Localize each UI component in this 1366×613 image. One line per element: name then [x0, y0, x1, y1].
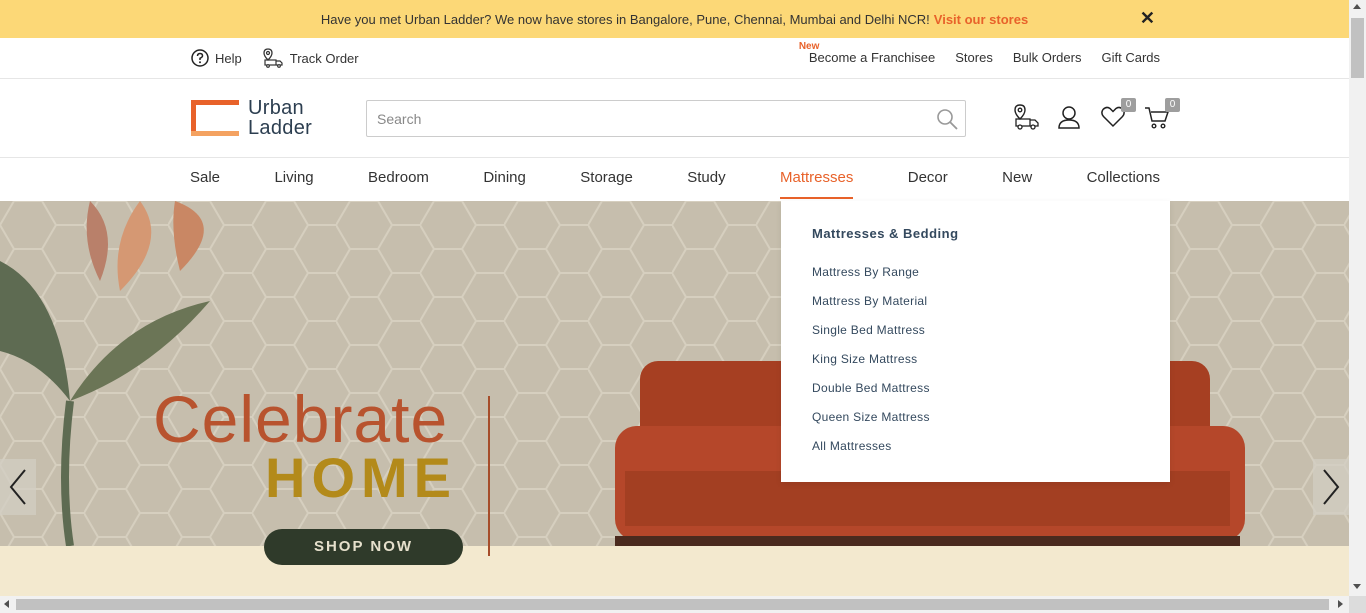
- nav-item-sale[interactable]: Sale: [190, 158, 220, 201]
- close-icon[interactable]: ✕: [1140, 9, 1155, 27]
- hero-subtitle: HOME: [265, 446, 457, 509]
- shop-now-button[interactable]: SHOP NOW: [264, 529, 463, 565]
- carousel-next-button[interactable]: [1313, 459, 1349, 515]
- scroll-left-icon[interactable]: [4, 600, 9, 608]
- wishlist-count-badge: 0: [1121, 98, 1136, 112]
- franchise-link[interactable]: New Become a Franchisee: [799, 41, 936, 65]
- vertical-scrollbar[interactable]: [1349, 0, 1366, 596]
- user-icon: [1058, 106, 1080, 129]
- nav-item-mattresses[interactable]: Mattresses: [779, 158, 854, 201]
- header: Urban Ladder Search 0 0: [0, 79, 1349, 158]
- horizontal-scroll-thumb[interactable]: [16, 599, 1329, 610]
- search-icon[interactable]: [935, 107, 959, 131]
- vertical-scroll-thumb[interactable]: [1351, 18, 1364, 78]
- search-input[interactable]: [367, 101, 927, 136]
- scroll-right-icon[interactable]: [1338, 600, 1343, 608]
- dropdown-item-single-bed-mattress[interactable]: Single Bed Mattress: [812, 322, 930, 351]
- track-order-link[interactable]: Track Order: [262, 48, 359, 68]
- truck-location-icon: [1014, 104, 1039, 130]
- wishlist-button[interactable]: 0: [1100, 98, 1136, 130]
- logo-text: Urban Ladder: [248, 97, 313, 139]
- help-icon: [191, 49, 209, 67]
- dropdown-item-double-bed-mattress[interactable]: Double Bed Mattress: [812, 380, 930, 409]
- floor: [0, 546, 1349, 596]
- scrollbar-corner: [1349, 596, 1366, 613]
- logo[interactable]: Urban Ladder: [191, 98, 312, 138]
- dropdown-heading[interactable]: Mattresses & Bedding: [812, 226, 959, 241]
- announcement-bar: Have you met Urban Ladder? We now have s…: [0, 0, 1349, 38]
- announcement-text: Have you met Urban Ladder? We now have s…: [320, 11, 930, 27]
- nav-item-storage[interactable]: Storage: [580, 158, 633, 201]
- chevron-left-icon: [9, 469, 26, 505]
- dropdown-item-mattress-by-range[interactable]: Mattress By Range: [812, 264, 930, 293]
- dropdown-item-queen-size-mattress[interactable]: Queen Size Mattress: [812, 409, 930, 438]
- nav-item-dining[interactable]: Dining: [483, 158, 526, 201]
- nav-item-new[interactable]: New: [1002, 158, 1032, 201]
- utility-bar: Help Track Order New Become a Franchisee: [0, 38, 1349, 79]
- track-order-label: Track Order: [289, 50, 359, 66]
- nav-item-living[interactable]: Living: [274, 158, 313, 201]
- search-box: [366, 100, 966, 137]
- help-link[interactable]: Help: [191, 49, 242, 67]
- nav-item-study[interactable]: Study: [687, 158, 725, 201]
- stores-link[interactable]: Stores: [955, 50, 993, 65]
- dropdown-item-all-mattresses[interactable]: All Mattresses: [812, 438, 930, 467]
- scroll-down-icon[interactable]: [1353, 584, 1361, 589]
- truck-location-icon: [263, 48, 283, 68]
- hero-divider: [488, 396, 490, 556]
- franchise-label: Become a Franchisee: [808, 50, 936, 65]
- main-nav: Sale Living Bedroom Dining Storage Study…: [0, 158, 1349, 201]
- chevron-right-icon: [1323, 469, 1340, 505]
- account-icon[interactable]: [1056, 104, 1082, 130]
- mattresses-dropdown: Mattresses & Bedding Mattress By Range M…: [781, 201, 1170, 482]
- horizontal-scrollbar[interactable]: [0, 596, 1349, 613]
- dropdown-item-king-size-mattress[interactable]: King Size Mattress: [812, 351, 930, 380]
- page: Have you met Urban Ladder? We now have s…: [0, 0, 1366, 613]
- help-label: Help: [215, 50, 242, 66]
- logo-mark: [191, 100, 239, 136]
- cart-count-badge: 0: [1165, 98, 1180, 112]
- dropdown-item-mattress-by-material[interactable]: Mattress By Material: [812, 293, 930, 322]
- nav-item-decor[interactable]: Decor: [908, 158, 948, 201]
- visit-stores-link[interactable]: Visit our stores: [934, 12, 1028, 27]
- nav-item-bedroom[interactable]: Bedroom: [368, 158, 429, 201]
- carousel-prev-button[interactable]: [0, 459, 36, 515]
- scroll-up-icon[interactable]: [1353, 4, 1361, 9]
- track-order-icon[interactable]: [1012, 104, 1039, 130]
- cart-button[interactable]: 0: [1144, 98, 1180, 130]
- bulk-orders-link[interactable]: Bulk Orders: [1013, 50, 1082, 65]
- nav-item-collections[interactable]: Collections: [1087, 158, 1160, 201]
- gift-cards-link[interactable]: Gift Cards: [1101, 50, 1160, 65]
- new-badge: New: [798, 41, 820, 52]
